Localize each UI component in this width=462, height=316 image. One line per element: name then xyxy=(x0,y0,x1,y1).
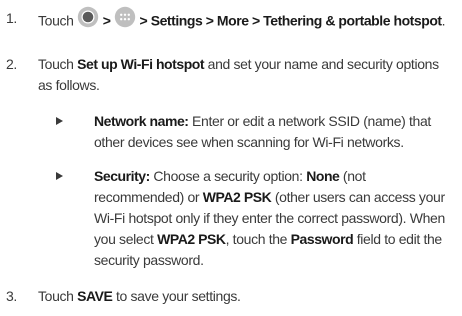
bullet-bold-term: WPA2 PSK xyxy=(202,189,272,205)
bullet-bold-term: None xyxy=(306,168,340,184)
bullet-bold-term: WPA2 PSK xyxy=(157,231,226,247)
bullet-text: Security: Choose a security option: None… xyxy=(94,166,459,271)
home-circle-icon xyxy=(77,6,99,34)
bullet-label: Network name: xyxy=(94,113,189,129)
bullet-body: , touch the xyxy=(225,231,291,247)
step-text-part: Touch xyxy=(38,288,78,304)
step-text: Touch SAVE to save your settings. xyxy=(38,286,456,307)
triangle-bullet-icon xyxy=(56,117,63,125)
step-number: 1. xyxy=(6,10,17,26)
step-text-part: Touch xyxy=(38,12,74,29)
instructions-document: 1. Touch > > Settings > More > Tethering… xyxy=(0,0,462,316)
apps-grid-icon xyxy=(114,6,136,34)
step-text: Touch Set up Wi-Fi hotspot and set your … xyxy=(38,54,456,96)
step-bold-term: SAVE xyxy=(77,288,113,304)
step-bold-term: Set up Wi-Fi hotspot xyxy=(77,56,205,72)
bullet-label: Security: xyxy=(94,168,150,184)
step-number: 3. xyxy=(6,288,17,304)
bullet-bold-term: Password xyxy=(290,231,354,247)
triangle-bullet-icon xyxy=(56,172,63,180)
step-text: Touch > > Settings > More > Tethering & … xyxy=(38,6,456,36)
step-separator: > xyxy=(102,12,111,29)
bullet-body: Choose a security option: xyxy=(149,168,307,184)
step-text-end: . xyxy=(441,12,446,29)
step-bold-path: > Settings > More > Tethering & portable… xyxy=(139,12,443,29)
step-number: 2. xyxy=(6,56,17,72)
bullet-text: Network name: Enter or edit a network SS… xyxy=(94,111,459,153)
step-text-part: Touch xyxy=(38,56,78,72)
step-text-part: to save your settings. xyxy=(112,288,241,304)
